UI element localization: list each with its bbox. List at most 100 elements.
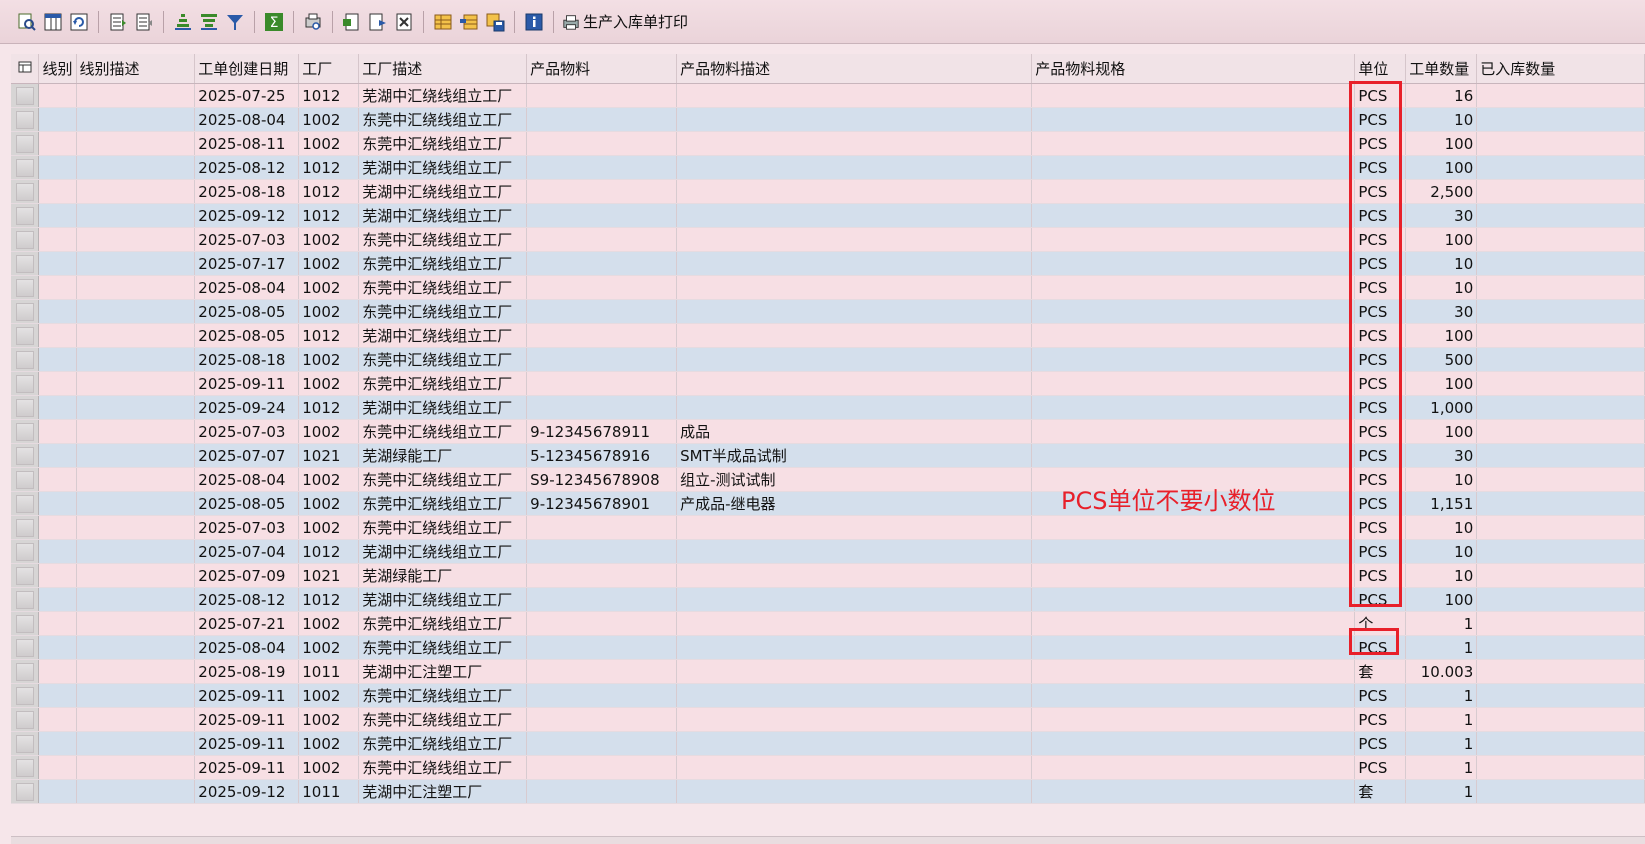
material-desc-cell[interactable] [676,779,1033,804]
line-desc-cell[interactable] [76,563,196,588]
row-selector[interactable] [11,83,40,108]
plant-cell[interactable]: 1012 [298,395,360,420]
material-cell[interactable] [526,707,678,732]
material-desc-cell[interactable]: 成品 [676,419,1033,444]
plant-cell[interactable]: 1002 [298,131,360,156]
row-selector[interactable] [11,731,40,756]
material-desc-cell[interactable] [676,299,1033,324]
material-cell[interactable] [526,107,678,132]
unit-cell[interactable]: PCS [1354,131,1407,156]
material-cell[interactable]: S9-12345678908 [526,467,678,492]
line-cell[interactable] [38,491,77,516]
material-cell[interactable]: 9-12345678911 [526,419,678,444]
line-cell[interactable] [38,779,77,804]
line-cell[interactable] [38,203,77,228]
plant-cell[interactable]: 1011 [298,779,360,804]
row-selector[interactable] [11,779,40,804]
create-date-cell[interactable]: 2025-08-04 [194,467,300,492]
plant-desc-cell[interactable]: 芜湖中汇绕线组立工厂 [358,179,528,204]
print-preview-icon[interactable] [302,11,324,33]
line-desc-cell[interactable] [76,707,196,732]
save-layout-icon[interactable] [484,11,506,33]
material-spec-cell[interactable] [1031,539,1356,564]
line-desc-cell[interactable] [76,611,196,636]
material-spec-cell[interactable] [1031,587,1356,612]
plant-cell[interactable]: 1012 [298,323,360,348]
create-date-cell[interactable]: 2025-07-07 [194,443,300,468]
row-selector[interactable] [11,659,40,684]
material-spec-cell[interactable] [1031,419,1356,444]
line-cell[interactable] [38,659,77,684]
order-qty-cell[interactable]: 100 [1405,587,1478,612]
material-spec-cell[interactable] [1031,131,1356,156]
plant-cell[interactable]: 1002 [298,275,360,300]
unit-cell[interactable]: PCS [1354,419,1407,444]
table-row[interactable]: 2025-08-19 1011 芜湖中汇注塑工厂 套 10.003 [11,659,1645,684]
material-desc-cell[interactable] [676,731,1033,756]
received-qty-cell[interactable] [1476,323,1645,348]
plant-cell[interactable]: 1002 [298,515,360,540]
material-spec-cell[interactable] [1031,659,1356,684]
plant-cell[interactable]: 1021 [298,443,360,468]
plant-cell[interactable]: 1002 [298,299,360,324]
line-desc-cell[interactable] [76,587,196,612]
material-desc-cell[interactable] [676,515,1033,540]
table-row[interactable]: 2025-08-05 1002 东莞中汇绕线组立工厂 PCS 30 [11,299,1645,324]
material-spec-cell[interactable] [1031,395,1356,420]
create-date-cell[interactable]: 2025-09-12 [194,203,300,228]
plant-desc-cell[interactable]: 东莞中汇绕线组立工厂 [358,227,528,252]
row-selector[interactable] [11,179,40,204]
unit-cell[interactable]: PCS [1354,323,1407,348]
refresh-icon[interactable] [68,11,90,33]
unit-cell[interactable]: PCS [1354,491,1407,516]
line-desc-cell[interactable] [76,659,196,684]
create-date-cell[interactable]: 2025-07-04 [194,539,300,564]
unit-cell[interactable]: PCS [1354,371,1407,396]
table-row[interactable]: 2025-07-03 1002 东莞中汇绕线组立工厂 PCS 10 [11,515,1645,540]
material-spec-cell[interactable] [1031,755,1356,780]
material-desc-cell[interactable] [676,587,1033,612]
material-spec-cell[interactable] [1031,107,1356,132]
order-qty-cell[interactable]: 10 [1405,563,1478,588]
row-selector[interactable] [11,515,40,540]
material-cell[interactable] [526,179,678,204]
line-cell[interactable] [38,611,77,636]
row-selector[interactable] [11,611,40,636]
row-selector[interactable] [11,155,40,180]
material-spec-cell[interactable] [1031,371,1356,396]
row-selector[interactable] [11,275,40,300]
order-qty-cell[interactable]: 1 [1405,635,1478,660]
filter-icon[interactable] [224,11,246,33]
table-row[interactable]: 2025-07-17 1002 东莞中汇绕线组立工厂 PCS 10 [11,251,1645,276]
line-cell[interactable] [38,419,77,444]
material-cell[interactable] [526,587,678,612]
create-date-cell[interactable]: 2025-08-18 [194,179,300,204]
create-date-cell[interactable]: 2025-08-11 [194,131,300,156]
table-row[interactable]: 2025-07-21 1002 东莞中汇绕线组立工厂 个 1 [11,611,1645,636]
received-qty-cell[interactable] [1476,443,1645,468]
line-cell[interactable] [38,347,77,372]
select-all-header[interactable] [11,54,40,84]
row-selector[interactable] [11,491,40,516]
info-icon[interactable] [523,11,545,33]
table-row[interactable]: 2025-09-11 1002 东莞中汇绕线组立工厂 PCS 1 [11,755,1645,780]
line-cell[interactable] [38,131,77,156]
table-row[interactable]: 2025-07-25 1012 芜湖中汇绕线组立工厂 PCS 16 [11,83,1645,108]
material-desc-cell[interactable] [676,563,1033,588]
plant-desc-cell[interactable]: 东莞中汇绕线组立工厂 [358,107,528,132]
order-qty-cell[interactable]: 100 [1405,131,1478,156]
plant-cell[interactable]: 1012 [298,155,360,180]
line-desc-cell[interactable] [76,419,196,444]
line-desc-cell[interactable] [76,755,196,780]
received-qty-cell[interactable] [1476,779,1645,804]
material-cell[interactable] [526,563,678,588]
row-selector[interactable] [11,707,40,732]
sort-desc-icon[interactable] [198,11,220,33]
received-qty-cell[interactable] [1476,371,1645,396]
table-row[interactable]: 2025-08-05 1012 芜湖中汇绕线组立工厂 PCS 100 [11,323,1645,348]
plant-desc-cell[interactable]: 芜湖中汇绕线组立工厂 [358,587,528,612]
plant-cell[interactable]: 1002 [298,251,360,276]
line-desc-cell[interactable] [76,443,196,468]
plant-cell[interactable]: 1012 [298,587,360,612]
material-spec-cell[interactable] [1031,203,1356,228]
